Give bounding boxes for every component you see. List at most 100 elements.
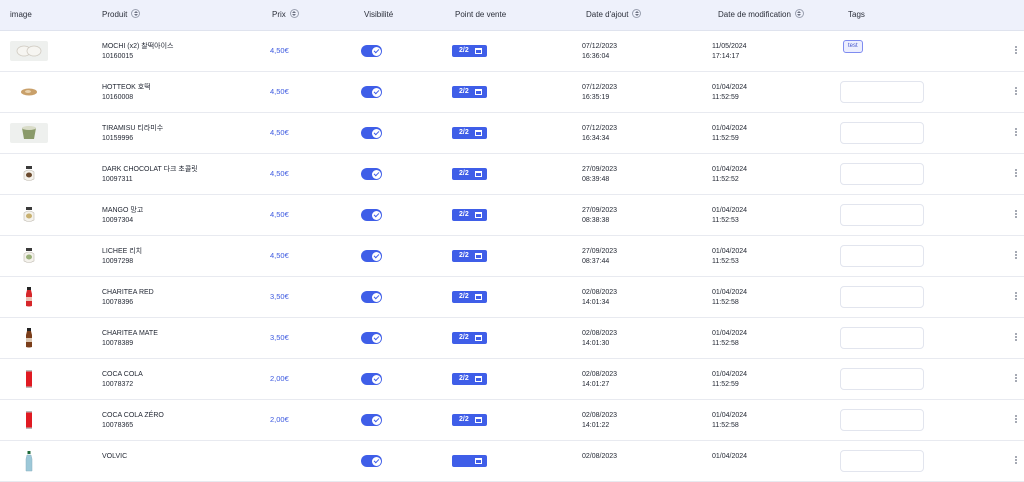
product-cell[interactable]: CHARITEA MATE 10078389	[102, 329, 158, 349]
modified-time: 11:52:59	[712, 381, 739, 388]
header-produit[interactable]: Produit	[102, 0, 141, 30]
tags-input[interactable]	[840, 368, 924, 390]
visibility-toggle[interactable]	[361, 291, 382, 303]
point-de-vente-count: 2/2	[459, 88, 469, 95]
more-vertical-icon[interactable]	[1014, 169, 1018, 179]
product-image	[10, 451, 48, 472]
point-de-vente-button[interactable]	[452, 455, 487, 467]
point-de-vente-button[interactable]: 2/2	[452, 127, 487, 139]
table-row[interactable]: MANGO 망고 10097304 4,50€ 2/2 27/09/2023 08:38:…	[0, 195, 1024, 236]
product-cell[interactable]: DARK CHOCOLAT 다크 초콜릿 10097311	[102, 165, 198, 185]
tags-input[interactable]	[840, 122, 924, 144]
product-cell[interactable]: HOTTEOK 호떡 10160008	[102, 83, 151, 103]
point-de-vente-button[interactable]: 2/2	[452, 373, 487, 385]
table-row[interactable]: MOCHI (x2) 찰떡아이스 10160015 4,50€ 2/2 07/12/20…	[0, 31, 1024, 72]
point-de-vente-button[interactable]: 2/2	[452, 209, 487, 221]
tags-input[interactable]	[840, 163, 924, 185]
header-prix[interactable]: Prix	[272, 0, 299, 30]
more-vertical-icon[interactable]	[1014, 456, 1018, 466]
product-code: 10160015	[102, 53, 134, 60]
header-date-ajout[interactable]: Date d'ajout	[586, 0, 642, 30]
modified-time: 11:52:58	[712, 340, 739, 347]
tags-input[interactable]	[840, 327, 924, 349]
product-cell[interactable]: VOLVIC	[102, 452, 127, 462]
added-date: 07/12/2023	[582, 84, 618, 91]
visibility-toggle[interactable]	[361, 86, 382, 98]
tags-input[interactable]	[840, 204, 924, 226]
visibility-toggle[interactable]	[361, 209, 382, 221]
added-date: 07/12/2023	[582, 43, 618, 50]
more-vertical-icon[interactable]	[1014, 210, 1018, 220]
table-row[interactable]: COCA COLA 10078372 2,00€ 2/2 02/08/2023 14:01…	[0, 359, 1024, 400]
calendar-icon	[475, 253, 482, 259]
product-image	[10, 369, 48, 389]
tags-input[interactable]	[840, 409, 924, 431]
product-cell[interactable]: LICHEE 리치 10097298	[102, 247, 142, 267]
table-row[interactable]: HOTTEOK 호떡 10160008 4,50€ 2/2 07/12/2023 16:3…	[0, 72, 1024, 113]
more-vertical-icon[interactable]	[1014, 251, 1018, 261]
check-icon	[371, 169, 381, 179]
product-name: COCA COLA ZÉRO	[102, 412, 164, 419]
visibility-toggle[interactable]	[361, 373, 382, 385]
product-cell[interactable]: MANGO 망고 10097304	[102, 206, 143, 226]
modified-time: 11:52:58	[712, 422, 739, 429]
added-date: 02/08/2023	[582, 289, 618, 296]
modified-date: 01/04/2024	[712, 453, 748, 460]
product-cell[interactable]: MOCHI (x2) 찰떡아이스 10160015	[102, 42, 173, 62]
product-price: 3,50€	[270, 292, 289, 301]
tags-input[interactable]	[840, 245, 924, 267]
header-date-modification[interactable]: Date de modification	[718, 0, 804, 30]
visibility-toggle[interactable]	[361, 168, 382, 180]
more-vertical-icon[interactable]	[1014, 128, 1018, 138]
visibility-toggle[interactable]	[361, 332, 382, 344]
more-vertical-icon[interactable]	[1014, 415, 1018, 425]
calendar-icon	[475, 335, 482, 341]
table-row[interactable]: COCA COLA ZÉRO 10078365 2,00€ 2/2 02/08/2023…	[0, 400, 1024, 441]
modified-date: 01/04/2024	[712, 84, 748, 91]
visibility-toggle[interactable]	[361, 250, 382, 262]
product-cell[interactable]: COCA COLA 10078372	[102, 370, 143, 390]
table-row[interactable]: CHARITEA RED 10078396 3,50€ 2/2 02/08/2023 14…	[0, 277, 1024, 318]
visibility-toggle[interactable]	[361, 127, 382, 139]
more-vertical-icon[interactable]	[1014, 46, 1018, 56]
visibility-toggle[interactable]	[361, 455, 382, 467]
sort-icon[interactable]	[794, 9, 804, 19]
more-vertical-icon[interactable]	[1014, 333, 1018, 343]
sort-icon[interactable]	[131, 9, 141, 19]
table-row[interactable]: CHARITEA MATE 10078389 3,50€ 2/2 02/08/2023 1…	[0, 318, 1024, 359]
table-row[interactable]: VOLVIC 02/08/2023 01/04/2024	[0, 441, 1024, 482]
product-cell[interactable]: TIRAMISU 티라미수 10159996	[102, 124, 163, 144]
more-vertical-icon[interactable]	[1014, 374, 1018, 384]
sort-icon[interactable]	[289, 9, 299, 19]
tag-badge[interactable]: test	[843, 40, 863, 53]
product-table: image Produit Prix Visibilité Point de v…	[0, 0, 1024, 482]
date-modification-cell: 01/04/2024 11:52:58	[712, 329, 747, 349]
tags-input[interactable]	[840, 450, 924, 472]
more-vertical-icon[interactable]	[1014, 292, 1018, 302]
product-cell[interactable]: COCA COLA ZÉRO 10078365	[102, 411, 164, 431]
point-de-vente-button[interactable]: 2/2	[452, 250, 487, 262]
product-code: 10097298	[102, 258, 134, 265]
sort-icon[interactable]	[632, 9, 642, 19]
date-ajout-cell: 02/08/2023 14:01:22	[582, 411, 617, 431]
check-icon	[371, 374, 381, 384]
point-de-vente-button[interactable]: 2/2	[452, 86, 487, 98]
modified-time: 11:52:58	[712, 299, 739, 306]
visibility-toggle[interactable]	[361, 414, 382, 426]
table-row[interactable]: LICHEE 리치 10097298 4,50€ 2/2 27/09/2023 08:37…	[0, 236, 1024, 277]
point-de-vente-button[interactable]: 2/2	[452, 414, 487, 426]
point-de-vente-button[interactable]: 2/2	[452, 45, 487, 57]
point-de-vente-button[interactable]: 2/2	[452, 332, 487, 344]
table-row[interactable]: DARK CHOCOLAT 다크 초콜릿 10097311 4,50€ 2/2 27/0…	[0, 154, 1024, 195]
product-code: 10097304	[102, 217, 134, 224]
more-vertical-icon[interactable]	[1014, 87, 1018, 97]
visibility-toggle[interactable]	[361, 45, 382, 57]
tags-input[interactable]	[840, 286, 924, 308]
product-cell[interactable]: CHARITEA RED 10078396	[102, 288, 154, 308]
table-row[interactable]: TIRAMISU 티라미수 10159996 4,50€ 2/2 07/12/2023 1…	[0, 113, 1024, 154]
added-time: 14:01:27	[582, 381, 610, 388]
point-de-vente-button[interactable]: 2/2	[452, 291, 487, 303]
tags-input[interactable]	[840, 81, 924, 103]
point-de-vente-button[interactable]: 2/2	[452, 168, 487, 180]
header-visibilite: Visibilité	[364, 10, 394, 19]
